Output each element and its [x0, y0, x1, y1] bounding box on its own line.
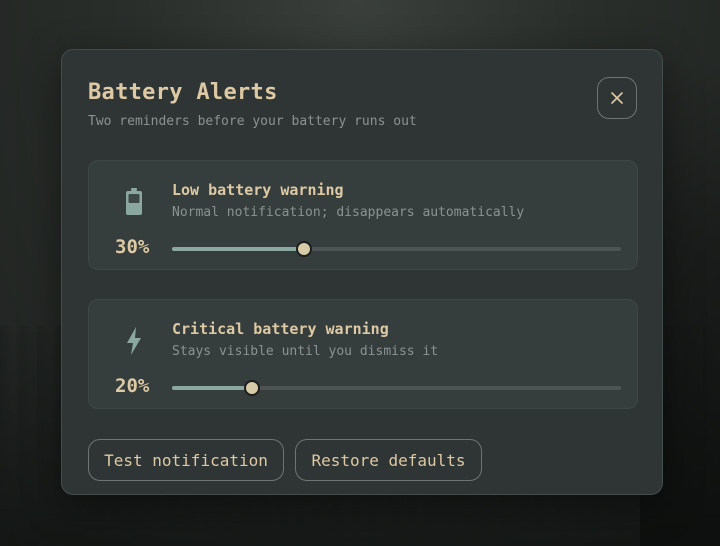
lightning-bolt-icon — [123, 324, 145, 358]
low-battery-title: Low battery warning — [172, 181, 344, 199]
slider-fill — [172, 386, 252, 390]
test-notification-button[interactable]: Test notification — [88, 439, 284, 481]
battery-low-icon — [123, 185, 145, 219]
critical-battery-card: Critical battery warning Stays visible u… — [88, 299, 638, 409]
restore-defaults-button[interactable]: Restore defaults — [295, 439, 482, 481]
slider-thumb[interactable] — [243, 380, 260, 396]
low-battery-value: 30% — [115, 236, 150, 258]
low-battery-slider[interactable] — [172, 241, 621, 257]
dialog-subtitle: Two reminders before your battery runs o… — [88, 114, 417, 129]
low-battery-description: Normal notification; disappears automati… — [172, 205, 525, 220]
critical-battery-value: 20% — [115, 375, 150, 397]
battery-alerts-dialog: Battery Alerts Two reminders before your… — [61, 49, 663, 495]
close-icon — [611, 92, 623, 104]
slider-thumb[interactable] — [296, 241, 313, 257]
close-button[interactable] — [597, 77, 637, 119]
critical-battery-title: Critical battery warning — [172, 320, 389, 338]
critical-battery-description: Stays visible until you dismiss it — [172, 344, 439, 359]
dialog-title: Battery Alerts — [88, 80, 278, 105]
low-battery-card: Low battery warning Normal notification;… — [88, 160, 638, 270]
critical-battery-slider[interactable] — [172, 380, 621, 396]
slider-fill — [172, 247, 305, 251]
